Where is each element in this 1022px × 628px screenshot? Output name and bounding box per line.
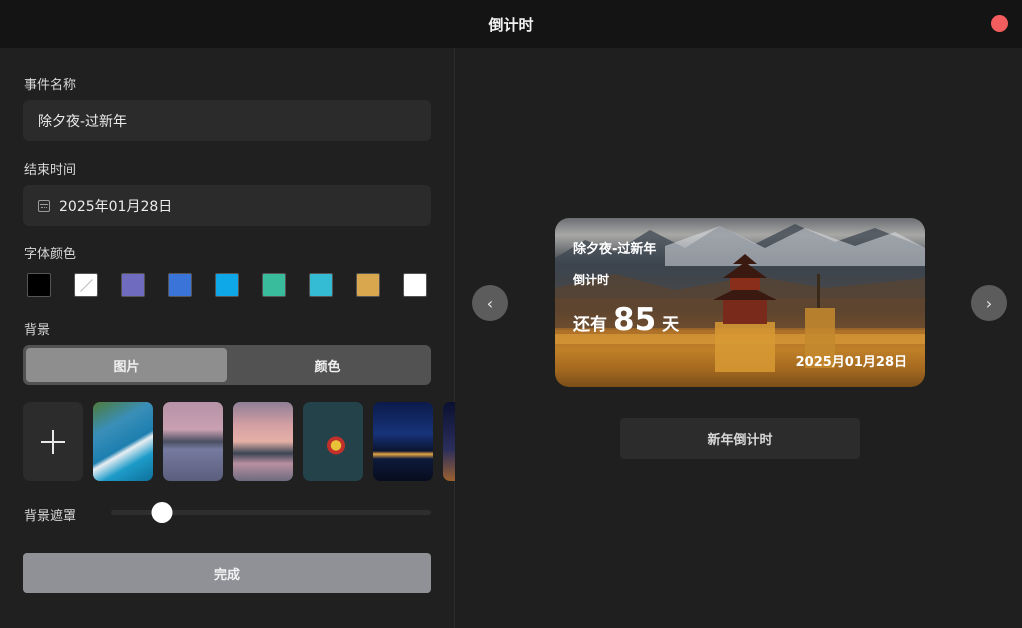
window-title: 倒计时 — [488, 15, 534, 34]
slider-handle[interactable] — [151, 502, 173, 523]
card-subtitle: 倒计时 — [573, 273, 610, 287]
end-time-value: 2025年01月28日 — [59, 198, 173, 215]
font-color-label: 字体颜色 — [24, 247, 77, 262]
background-mode-toggle: 图片 颜色 — [23, 345, 431, 385]
add-background-button[interactable] — [23, 402, 83, 481]
event-name-label: 事件名称 — [24, 78, 77, 93]
preset-name-button[interactable]: 新年倒计时 — [620, 418, 860, 459]
tab-image[interactable]: 图片 — [26, 348, 227, 382]
chevron-right-icon: › — [985, 293, 993, 313]
background-thumb-dusk-lake[interactable] — [163, 402, 223, 481]
card-days: 85 — [613, 302, 657, 338]
color-swatch-blue[interactable] — [168, 273, 192, 297]
event-name-value: 除夕夜-过新年 — [38, 113, 128, 130]
card-countdown: 还有 85 天 — [573, 302, 679, 338]
color-swatch-gold[interactable] — [356, 273, 380, 297]
prev-button[interactable]: ‹ — [472, 285, 508, 321]
background-mask-slider[interactable] — [111, 502, 431, 523]
tab-color[interactable]: 颜色 — [227, 348, 428, 382]
end-time-label: 结束时间 — [24, 163, 77, 178]
color-swatch-list — [27, 273, 427, 297]
next-button[interactable]: › — [971, 285, 1007, 321]
card-suffix: 天 — [662, 315, 680, 335]
color-swatch-sky[interactable] — [215, 273, 239, 297]
background-thumb-city-night[interactable] — [373, 402, 433, 481]
title-bar: 倒计时 — [0, 0, 1022, 48]
done-button[interactable]: 完成 — [23, 553, 431, 593]
background-thumb-flower[interactable] — [303, 402, 363, 481]
background-label: 背景 — [24, 323, 51, 338]
background-thumb-pink-sky[interactable] — [233, 402, 293, 481]
close-icon[interactable] — [991, 15, 1008, 32]
background-thumb-ocean[interactable] — [93, 402, 153, 481]
color-swatch-black[interactable] — [27, 273, 51, 297]
event-name-input[interactable]: 除夕夜-过新年 — [23, 100, 431, 141]
color-swatch-white[interactable] — [403, 273, 427, 297]
background-thumb-night-sky[interactable] — [443, 402, 455, 481]
color-swatch-teal[interactable] — [262, 273, 286, 297]
color-swatch-cyan[interactable] — [309, 273, 333, 297]
background-thumbnail-list — [23, 402, 455, 482]
color-swatch-purple[interactable] — [121, 273, 145, 297]
settings-panel: 事件名称 除夕夜-过新年 结束时间 2025年01月28日 字体颜色 背景 图片… — [0, 48, 455, 628]
card-prefix: 还有 — [573, 315, 607, 335]
card-event-name: 除夕夜-过新年 — [573, 242, 657, 257]
card-date: 2025月01月28日 — [795, 355, 907, 370]
chevron-left-icon: ‹ — [486, 293, 494, 313]
calendar-icon — [38, 199, 50, 212]
countdown-card: 除夕夜-过新年 倒计时 还有 85 天 2025月01月28日 — [555, 218, 925, 387]
color-swatch-white-selected[interactable] — [74, 273, 98, 297]
preview-panel: ‹ 除夕夜-过新年 倒计时 还有 85 天 2025月01月28日 › 新年倒计… — [456, 48, 1022, 628]
background-mask-label: 背景遮罩 — [24, 509, 77, 524]
end-time-picker[interactable]: 2025年01月28日 — [23, 185, 431, 226]
